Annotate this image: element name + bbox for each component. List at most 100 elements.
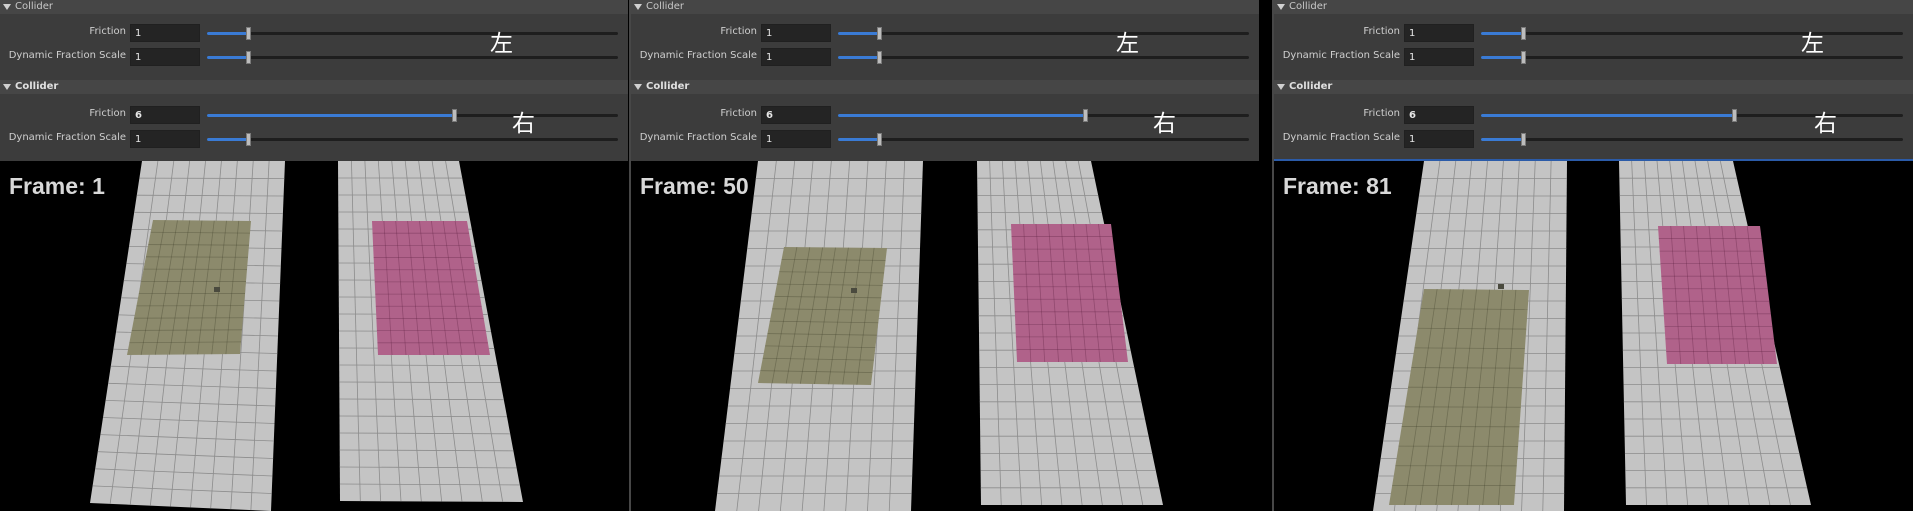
section-title: Collider — [15, 81, 59, 92]
friction-label: Friction — [720, 108, 757, 119]
slider-handle[interactable] — [1082, 109, 1088, 122]
friction-row: Friction 1 — [0, 23, 628, 43]
annotation-right: 右 — [1153, 111, 1176, 137]
slider-handle[interactable] — [877, 51, 883, 64]
section-title: Collider — [1289, 81, 1333, 92]
dynamic-fraction-scale-slider[interactable] — [1481, 51, 1903, 64]
friction-slider[interactable] — [1481, 27, 1903, 40]
dynamic-fraction-scale-label: Dynamic Fraction Scale — [8, 132, 126, 143]
parameter-editor: Collider Friction 1 Dynamic Fraction Sca… — [0, 0, 628, 161]
friction-slider[interactable] — [207, 109, 618, 122]
friction-slider[interactable] — [1481, 109, 1903, 122]
collider-header[interactable]: Collider — [0, 80, 628, 94]
friction-row: Friction 1 — [631, 23, 1259, 43]
collapse-triangle-icon[interactable] — [1277, 84, 1285, 90]
section-title: Collider — [15, 1, 54, 12]
dynamic-fraction-scale-label: Dynamic Fraction Scale — [8, 50, 126, 61]
collider-header[interactable]: Collider — [1274, 80, 1913, 94]
slider-fill — [207, 138, 249, 141]
dynamic-fraction-scale-field[interactable]: 1 — [761, 48, 831, 66]
friction-field[interactable]: 6 — [761, 106, 831, 124]
slider-handle[interactable] — [1732, 109, 1738, 122]
dynamic-fraction-scale-field[interactable]: 1 — [761, 130, 831, 148]
collapse-triangle-icon[interactable] — [634, 4, 642, 10]
parameter-editor: Collider Friction 1 Dynamic Fraction Sca… — [1274, 0, 1913, 161]
dynamic-fraction-scale-field[interactable]: 1 — [1404, 130, 1474, 148]
dynamic-fraction-scale-label: Dynamic Fraction Scale — [1282, 50, 1400, 61]
scene-canvas — [715, 161, 1163, 511]
friction-slider[interactable] — [838, 109, 1249, 122]
dynamic-fraction-scale-slider[interactable] — [207, 133, 618, 146]
dynamic-fraction-scale-row: Dynamic Fraction Scale 1 — [0, 47, 628, 67]
friction-label: Friction — [720, 26, 757, 37]
slider-fill — [838, 138, 880, 141]
slider-fill — [838, 56, 880, 59]
friction-label: Friction — [1363, 26, 1400, 37]
collapse-triangle-icon[interactable] — [634, 84, 642, 90]
collider-header[interactable]: Collider — [0, 0, 628, 14]
dynamic-fraction-scale-row: Dynamic Fraction Scale 1 — [631, 47, 1259, 67]
slider-handle[interactable] — [877, 27, 883, 40]
dynamic-fraction-scale-label: Dynamic Fraction Scale — [1282, 132, 1400, 143]
slider-handle[interactable] — [451, 109, 457, 122]
dynamic-fraction-scale-slider[interactable] — [207, 51, 618, 64]
slider-fill — [1481, 32, 1524, 35]
frame-counter: Frame: 1 — [9, 173, 105, 199]
slider-handle[interactable] — [246, 51, 252, 64]
slider-handle[interactable] — [877, 133, 883, 146]
3d-viewport[interactable]: Frame: 81 — [1274, 161, 1913, 511]
friction-label: Friction — [89, 108, 126, 119]
viewport-panel-3: Collider Friction 1 Dynamic Fraction Sca… — [1274, 0, 1913, 511]
slider-fill — [838, 32, 880, 35]
section-title: Collider — [646, 81, 690, 92]
friction-slider[interactable] — [838, 27, 1249, 40]
collider-header[interactable]: Collider — [631, 0, 1259, 14]
slider-fill — [1481, 114, 1735, 117]
dynamic-fraction-scale-slider[interactable] — [838, 133, 1249, 146]
collapse-triangle-icon[interactable] — [1277, 4, 1285, 10]
slider-handle[interactable] — [1521, 51, 1527, 64]
slider-handle[interactable] — [1521, 133, 1527, 146]
frame-counter: Frame: 81 — [1283, 173, 1392, 199]
slider-fill — [1481, 56, 1524, 59]
viewport-panel-2: Collider Friction 1 Dynamic Fraction Sca… — [631, 0, 1259, 511]
3d-viewport[interactable]: Frame: 50 — [631, 161, 1259, 511]
annotation-left: 左 — [490, 31, 513, 57]
friction-slider[interactable] — [207, 27, 618, 40]
slider-fill — [1481, 138, 1524, 141]
friction-field[interactable]: 1 — [1404, 24, 1474, 42]
collapse-triangle-icon[interactable] — [3, 84, 11, 90]
annotation-right: 右 — [512, 111, 535, 137]
dynamic-fraction-scale-slider[interactable] — [838, 51, 1249, 64]
annotation-left: 左 — [1116, 31, 1139, 57]
scene-canvas — [1373, 161, 1811, 511]
friction-field[interactable]: 1 — [130, 24, 200, 42]
object-marker — [214, 287, 220, 292]
collider-header[interactable]: Collider — [631, 80, 1259, 94]
dynamic-fraction-scale-field[interactable]: 1 — [130, 130, 200, 148]
slider-fill — [838, 114, 1085, 117]
dynamic-fraction-scale-slider[interactable] — [1481, 133, 1903, 146]
slider-fill — [207, 32, 249, 35]
dynamic-fraction-scale-label: Dynamic Fraction Scale — [639, 50, 757, 61]
parameter-editor: Collider Friction 1 Dynamic Fraction Sca… — [631, 0, 1259, 161]
3d-viewport[interactable]: Frame: 1 — [0, 161, 628, 511]
object-marker — [1498, 284, 1504, 289]
friction-field[interactable]: 6 — [1404, 106, 1474, 124]
dynamic-fraction-scale-field[interactable]: 1 — [130, 48, 200, 66]
collapse-triangle-icon[interactable] — [3, 4, 11, 10]
object-marker — [851, 288, 857, 293]
slider-handle[interactable] — [246, 27, 252, 40]
slider-fill — [207, 56, 249, 59]
friction-field[interactable]: 6 — [130, 106, 200, 124]
collider-header[interactable]: Collider — [1274, 0, 1913, 14]
dynamic-fraction-scale-label: Dynamic Fraction Scale — [639, 132, 757, 143]
slider-handle[interactable] — [1521, 27, 1527, 40]
section-title: Collider — [1289, 1, 1328, 12]
frame-counter: Frame: 50 — [640, 173, 749, 199]
friction-label: Friction — [89, 26, 126, 37]
dynamic-fraction-scale-field[interactable]: 1 — [1404, 48, 1474, 66]
slider-handle[interactable] — [246, 133, 252, 146]
friction-field[interactable]: 1 — [761, 24, 831, 42]
friction-label: Friction — [1363, 108, 1400, 119]
